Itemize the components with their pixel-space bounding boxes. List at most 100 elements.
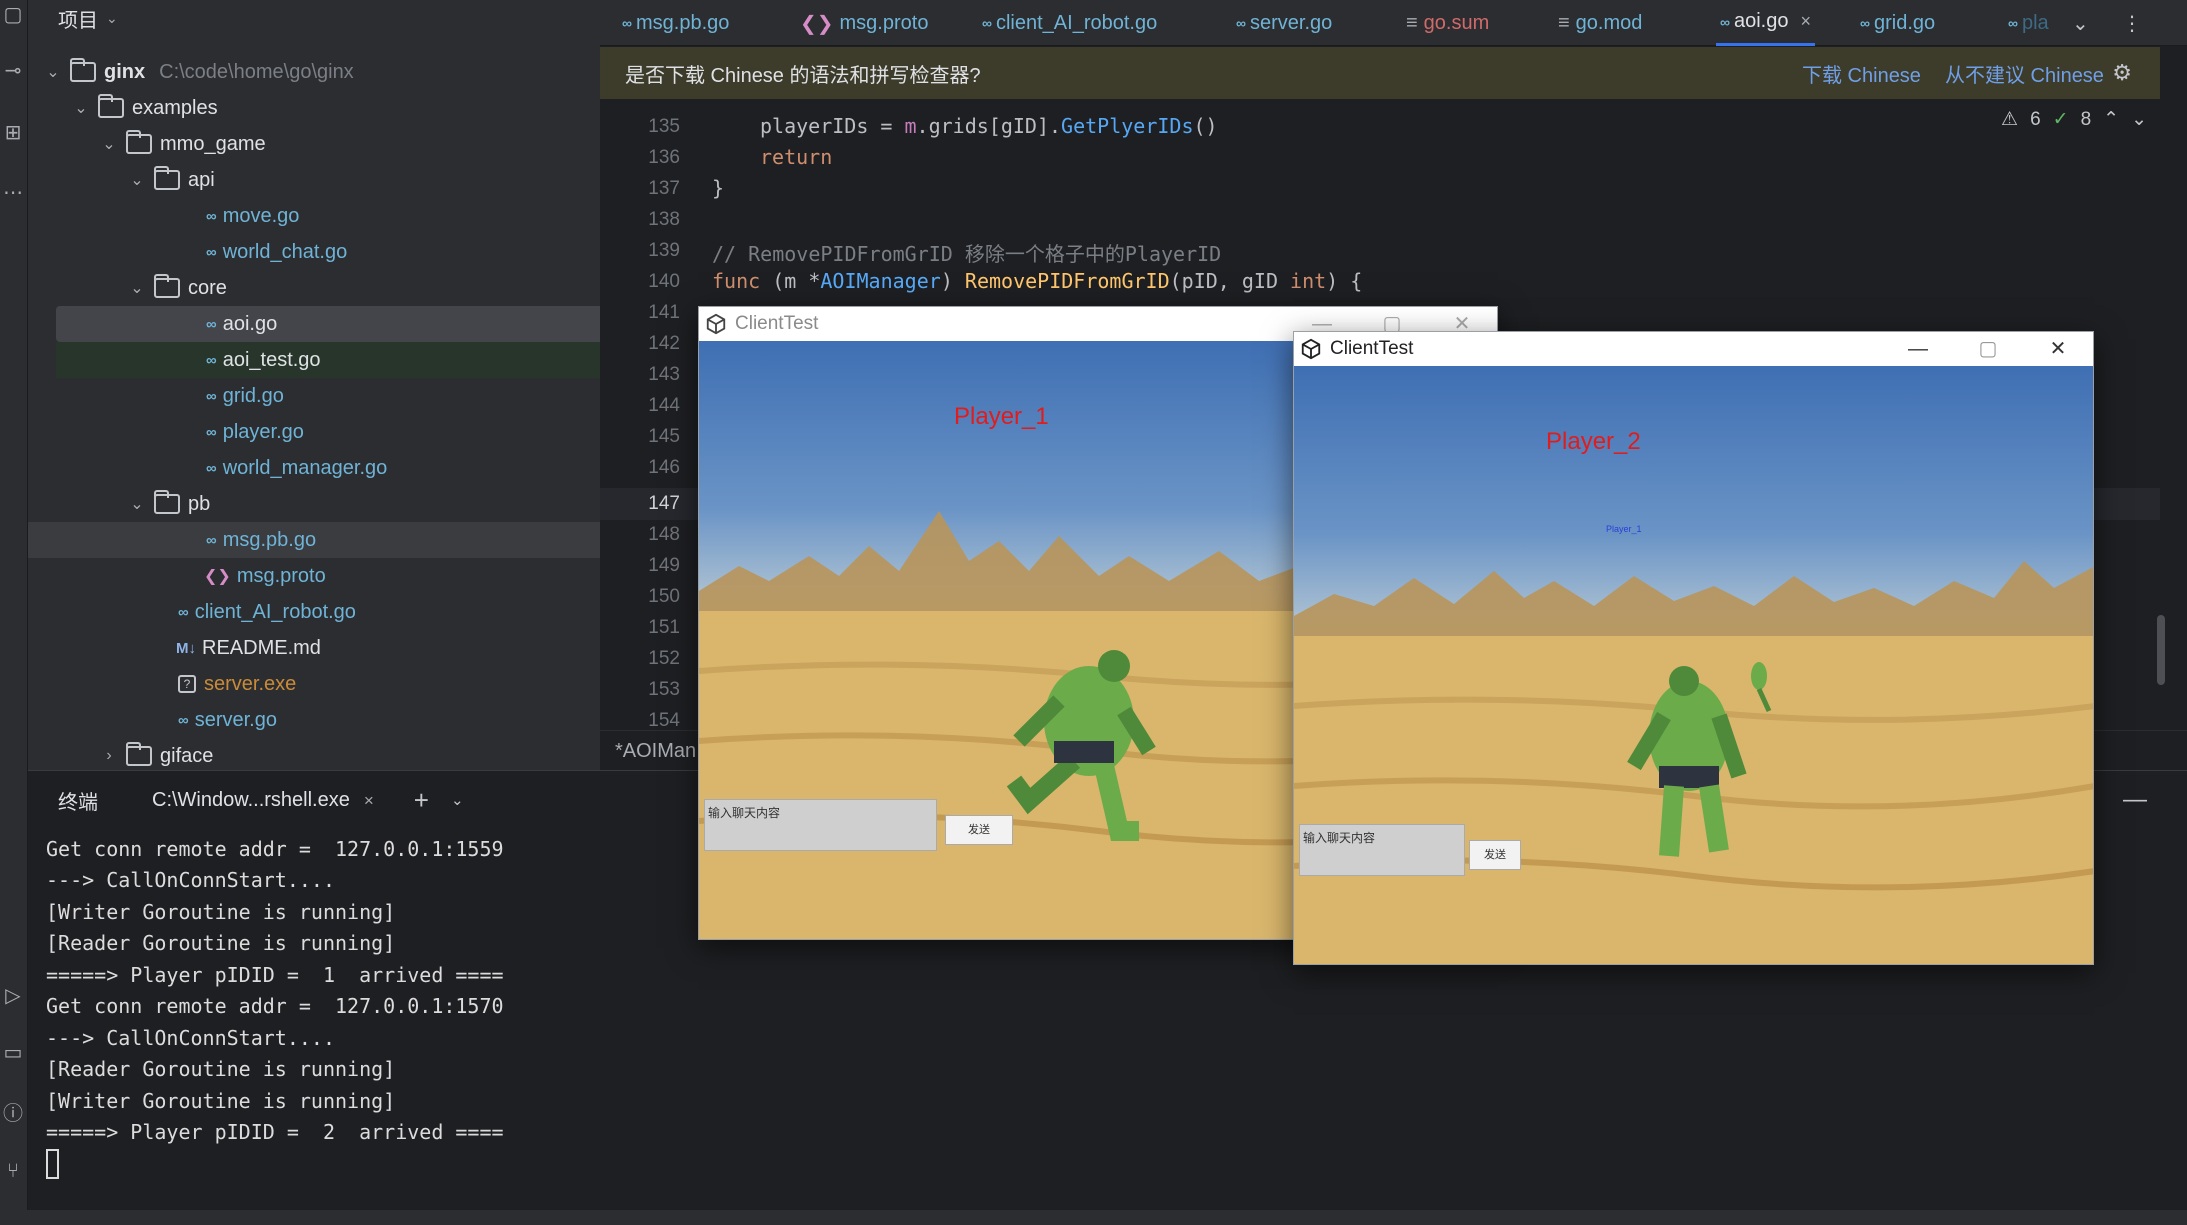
go-file-icon: ∞ [2008, 15, 2018, 31]
game-viewport[interactable]: Player_2 Player_1 输入聊天内容 发送 [1294, 366, 2093, 964]
tree-item-world-chat-go[interactable]: ∞ world_chat.go [28, 234, 580, 270]
chevron-down-icon: ⌄ [130, 280, 144, 297]
tree-item-mmo-game[interactable]: ⌄ mmo_game [28, 126, 580, 162]
tab-grid-go[interactable]: ∞ grid.go [1860, 0, 1935, 46]
tree-item-world-manager-go[interactable]: ∞ world_manager.go [28, 450, 580, 486]
terminal-cursor[interactable] [46, 1149, 59, 1179]
maximize-icon[interactable]: ▢ [1953, 332, 2023, 366]
line-number: 151 [648, 617, 680, 638]
tree-item-msg-proto[interactable]: ❮❯ msg.proto [28, 558, 580, 594]
code-line-136[interactable]: return [760, 145, 832, 169]
tree-label: aoi_test.go [222, 348, 321, 371]
chat-input[interactable]: 输入聊天内容 [1299, 824, 1465, 876]
tab-go-sum[interactable]: ≡ go.sum [1406, 0, 1489, 46]
code-line-137[interactable]: } [712, 176, 724, 200]
tree-item-aoi-test-go[interactable]: ∞ aoi_test.go [56, 342, 608, 378]
tree-item-grid-go[interactable]: ∞ grid.go [28, 378, 580, 414]
tab-label: msg.pb.go [635, 11, 730, 34]
terminal-line: =====> Player pIDID = 2 arrived ==== [46, 1120, 504, 1144]
tree-item-msg-pb-go[interactable]: ∞ msg.pb.go [28, 522, 600, 558]
code-token: ) { [1326, 269, 1363, 293]
tree-item-readme-md[interactable]: M↓ README.md [28, 630, 580, 666]
structure-icon[interactable]: ⊞ [2, 122, 24, 144]
send-button[interactable]: 发送 [945, 815, 1013, 845]
more-icon[interactable]: ⋯ [2, 182, 24, 204]
minimize-icon[interactable]: — [2123, 786, 2147, 814]
folder-icon[interactable]: ▢ [2, 4, 24, 26]
tab-aoi-go[interactable]: ∞ aoi.go × [1716, 0, 1815, 46]
terminal-line: ---> CallOnConnStart.... [46, 868, 335, 892]
tree-item-pb[interactable]: ⌄ pb [28, 486, 580, 522]
tree-item-api[interactable]: ⌄ api [28, 162, 580, 198]
tree-item-aoi-go[interactable]: ∞ aoi.go [56, 306, 608, 342]
go-file-icon: ∞ [206, 315, 217, 333]
tree-item-core[interactable]: ⌄ core [28, 270, 580, 306]
download-chinese-link[interactable]: 下载 Chinese [1802, 59, 1921, 88]
chat-input[interactable]: 输入聊天内容 [704, 799, 937, 851]
git-icon[interactable]: ⑂ [2, 1160, 24, 1182]
tree-item-server-go[interactable]: ∞ server.go [28, 702, 580, 738]
tab-overflow[interactable]: ∞ pla [2008, 0, 2049, 46]
chevron-down-icon[interactable]: ⌄ [451, 791, 464, 809]
commit-icon[interactable]: ⊸ [2, 60, 24, 82]
go-file-icon: ∞ [206, 243, 217, 261]
code-token: .grids[gID]. [916, 114, 1062, 138]
go-file-icon: ∞ [1720, 13, 1730, 30]
tab-client-ai-robot-go[interactable]: ∞ client_AI_robot.go [982, 0, 1157, 46]
terminal-tab-powershell[interactable]: C:\Window...rshell.exe × [142, 783, 384, 818]
code-token: RemovePIDFromGrID [964, 269, 1170, 293]
tree-item-examples[interactable]: ⌄ examples [28, 90, 580, 126]
tree-label: world_manager.go [222, 456, 388, 479]
root-path: C:\code\home\go\ginx [159, 60, 354, 83]
terminal-icon[interactable]: ▭ [2, 1042, 24, 1064]
chevron-down-icon: ⌄ [2072, 12, 2089, 35]
tree-label: msg.pb.go [222, 528, 317, 551]
chevron-up-icon[interactable]: ⌃ [2103, 108, 2119, 131]
never-suggest-link[interactable]: 从不建议 Chinese [1945, 59, 2104, 88]
close-icon[interactable]: × [1800, 11, 1811, 32]
line-number: 135 [648, 116, 680, 137]
new-terminal-button[interactable]: + [414, 785, 429, 816]
tree-item-giface[interactable]: › giface [28, 738, 580, 774]
send-button[interactable]: 发送 [1469, 840, 1521, 870]
close-icon[interactable]: ✕ [2023, 332, 2093, 366]
tab-label: msg.proto [839, 11, 929, 34]
tree-item-root[interactable]: ⌄ ginx C:\code\home\go\ginx [28, 54, 580, 90]
terminal-line: ---> CallOnConnStart.... [46, 1026, 335, 1050]
code-token: ) [940, 269, 965, 293]
window-title: ClientTest [735, 313, 819, 334]
spellcheck-notice: 是否下载 Chinese 的语法和拼写检查器? 下载 Chinese 从不建议 … [600, 47, 2160, 99]
client-window-2[interactable]: ClientTest — ▢ ✕ Player_2 Player_1 输入聊天内… [1293, 331, 2094, 965]
tree-item-client-ai-robot-go[interactable]: ∞ client_AI_robot.go [28, 594, 580, 630]
code-line-139[interactable]: // RemovePIDFromGrID 移除一个格子中的PlayerID [712, 238, 1221, 267]
window-titlebar[interactable]: ClientTest — ▢ ✕ [1294, 332, 2093, 366]
project-panel-header[interactable]: 项目 ⌄ [28, 0, 600, 36]
code-token: () [1193, 114, 1218, 138]
line-number-gutter: 135 136 137 138 139 140 141 142 143 144 … [600, 100, 680, 731]
line-number: 145 [648, 426, 680, 447]
tree-item-server-exe[interactable]: ? server.exe [28, 666, 580, 702]
code-line-140[interactable]: func (m *AOIManager) RemovePIDFromGrID(p… [712, 269, 1362, 293]
close-icon[interactable]: × [364, 791, 374, 810]
tab-msg-pb-go[interactable]: ∞ msg.pb.go [622, 0, 729, 46]
go-file-icon: ∞ [206, 207, 217, 225]
tab-menu-button[interactable]: ⋮ [2122, 0, 2142, 46]
chevron-down-icon[interactable]: ⌄ [2131, 108, 2147, 131]
tab-server-go[interactable]: ∞ server.go [1236, 0, 1332, 46]
tree-label: api [188, 168, 215, 191]
gear-icon[interactable]: ⚙ [2112, 60, 2132, 86]
editor-scrollbar[interactable] [2157, 615, 2165, 685]
run-icon[interactable]: ▷ [2, 985, 24, 1007]
minimize-icon[interactable]: — [1883, 332, 1953, 366]
tab-msg-proto[interactable]: ❮❯ msg.proto [800, 0, 928, 46]
inspection-widget[interactable]: ⚠ 6 ✓ 8 ⌃ ⌄ [2001, 108, 2147, 131]
tab-go-mod[interactable]: ≡ go.mod [1558, 0, 1642, 46]
tab-list-button[interactable]: ⌄ [2072, 0, 2089, 46]
tree-item-move-go[interactable]: ∞ move.go [28, 198, 580, 234]
code-line-135[interactable]: playerIDs = m.grids[gID].GetPlyerIDs() [760, 114, 1218, 138]
tree-item-player-go[interactable]: ∞ player.go [28, 414, 580, 450]
tab-label: go.mod [1575, 11, 1643, 34]
problems-icon[interactable]: ⓘ [2, 1103, 24, 1125]
go-file-icon: ∞ [178, 711, 189, 729]
window-title: ClientTest [1330, 338, 1414, 359]
